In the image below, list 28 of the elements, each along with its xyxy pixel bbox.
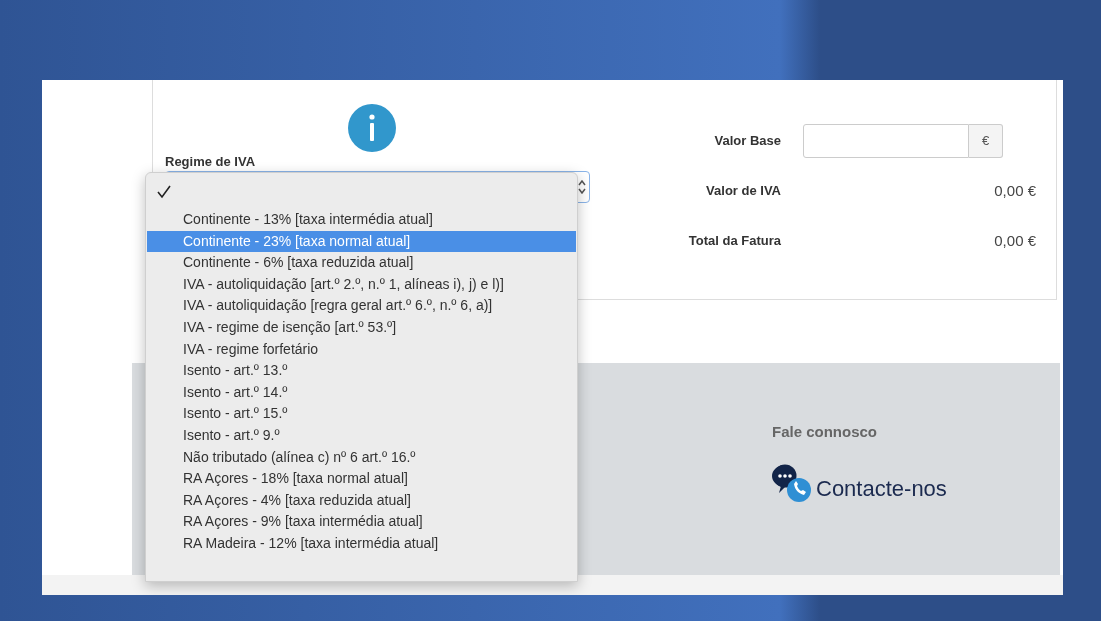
currency-addon: € [969,124,1003,158]
dropdown-option[interactable]: IVA - regime forfetário [147,338,576,361]
dropdown-option[interactable]: Continente - 6% [taxa reduzida atual] [147,252,576,274]
contact-link[interactable]: Contacte-nos [770,463,947,505]
dropdown-option[interactable]: Isento - art.º 13.º [147,360,576,382]
field-label: Valor Base [713,132,782,151]
dropdown-option[interactable]: RA Madeira - 12% [taxa intermédia atual] [147,532,576,555]
field-label: Total da Fatura [687,232,782,251]
dropdown-option[interactable]: IVA - regime de isenção [art.º 53.º] [147,316,576,339]
chat-phone-icon [770,463,814,505]
info-icon[interactable] [348,104,396,152]
amount-value: 0,00 € [993,180,1037,201]
field-label: Valor de IVA [705,182,782,201]
footer-heading: Fale connosco [772,422,878,442]
dropdown-option[interactable]: Isento - art.º 15.º [147,403,576,425]
dropdown-option[interactable]: Não tributado (alínea c) nº 6 art.º 16.º [147,446,576,469]
dropdown-option[interactable]: Isento - art.º 9.º [147,424,576,447]
dropdown-option[interactable]: Continente - 13% [taxa intermédia atual] [147,209,576,231]
dropdown-option[interactable]: RA Açores - 18% [taxa normal atual] [147,468,576,490]
dropdown-option[interactable]: IVA - autoliquidação [art.º 2.º, n.º 1, alíneas i), j) e l)] [147,273,576,296]
dropdown-option[interactable]: IVA - autoliquidação [regra geral art.º 6.º, n.º 6, a)] [147,295,576,317]
field-label: Regime de IVA [165,154,257,169]
updown-icon [578,180,586,194]
base-value-input[interactable] [803,124,969,158]
dropdown-option[interactable]: RA Açores - 4% [taxa reduzida atual] [147,489,576,512]
dropdown-option[interactable]: RA Açores - 9% [taxa intermédia atual] [147,511,576,533]
dropdown-option[interactable]: Isento - art.º 14.º [147,381,576,404]
amount-value: 0,00 € [993,230,1037,251]
